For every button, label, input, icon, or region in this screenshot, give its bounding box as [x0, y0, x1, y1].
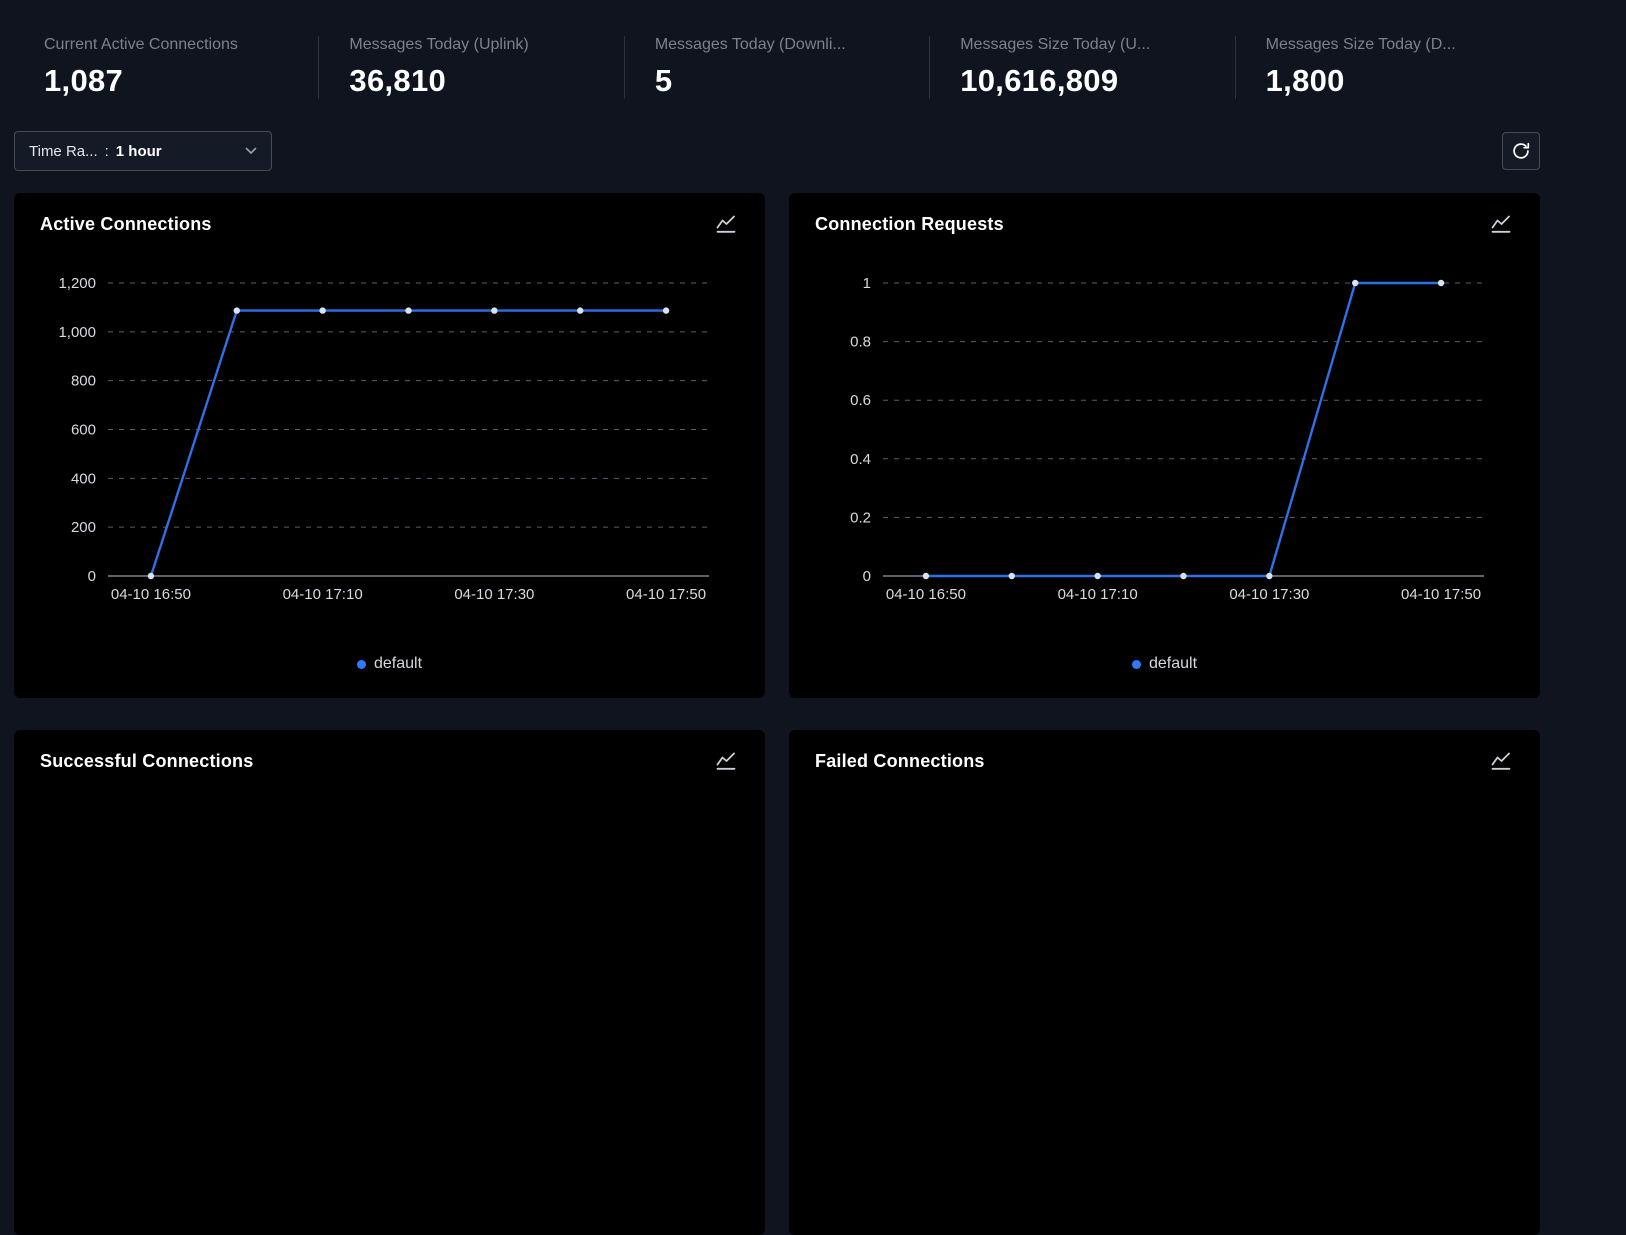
stat-label: Messages Today (Downli... — [655, 36, 929, 54]
svg-text:0: 0 — [88, 568, 96, 585]
chart-card-header: Connection Requests — [815, 211, 1514, 245]
svg-text:04-10 17:50: 04-10 17:50 — [626, 586, 706, 603]
line-chart-icon — [1490, 750, 1512, 772]
chart-card-active-connections: Active Connections 0 200 400 600 800 1,000 1,20… — [14, 193, 765, 698]
chart-title: Successful Connections — [40, 748, 253, 774]
svg-text:04-10 17:30: 04-10 17:30 — [454, 586, 534, 603]
stat-label: Messages Today (Uplink) — [349, 36, 623, 54]
svg-text:400: 400 — [71, 470, 96, 487]
svg-text:1: 1 — [863, 275, 871, 292]
svg-text:200: 200 — [71, 519, 96, 536]
stat-value: 10,616,809 — [960, 63, 1234, 99]
svg-text:04-10 17:30: 04-10 17:30 — [1229, 586, 1309, 603]
stat-value: 36,810 — [349, 63, 623, 99]
line-chart-toggle-button[interactable] — [713, 748, 739, 774]
stat-label: Current Active Connections — [44, 36, 318, 54]
svg-text:0.8: 0.8 — [850, 334, 871, 351]
line-chart-toggle-button[interactable] — [713, 211, 739, 237]
stats-row: Current Active Connections1,087Messages … — [14, 36, 1540, 99]
refresh-icon — [1511, 141, 1531, 161]
chart-card-header: Successful Connections — [40, 748, 739, 782]
svg-text:1,000: 1,000 — [58, 324, 96, 341]
stat-value: 5 — [655, 63, 929, 99]
svg-text:800: 800 — [71, 373, 96, 390]
chart-legend: default — [40, 655, 739, 673]
stat-card: Messages Today (Uplink) 36,810 — [318, 36, 623, 99]
svg-text:0.6: 0.6 — [850, 392, 871, 409]
chart-card-connection-requests: Connection Requests 0 0.2 0.4 0.6 0.8 1 04-10 1… — [789, 193, 1540, 698]
stat-label: Messages Size Today (D... — [1266, 36, 1540, 54]
dashboard-page: Current Active Connections1,087Messages … — [14, 36, 1540, 1235]
chart-card-failed-connections: Failed Connections — [789, 730, 1540, 1235]
chart-card-header: Active Connections — [40, 211, 739, 245]
stat-value: 1,800 — [1266, 63, 1540, 99]
chart-card-successful-connections: Successful Connections — [14, 730, 765, 1235]
svg-text:1,200: 1,200 — [58, 275, 96, 292]
toolbar: Time Ra... : 1 hour — [14, 131, 1540, 171]
legend-dot-icon — [357, 660, 366, 669]
stat-value: 1,087 — [44, 63, 318, 99]
chart-title: Connection Requests — [815, 211, 1004, 237]
time-range-value: 1 hour — [116, 143, 162, 160]
line-chart-canvas: 0 200 400 600 800 1,000 1,200 04-10 16:50 04-10 … — [40, 253, 739, 611]
svg-text:04-10 17:10: 04-10 17:10 — [1058, 586, 1138, 603]
charts-grid: Active Connections 0 200 400 600 800 1,000 1,20… — [14, 193, 1540, 1235]
legend-label: default — [374, 655, 422, 673]
time-range-label: Time Ra... — [29, 143, 98, 160]
refresh-button[interactable] — [1502, 132, 1540, 170]
stat-card: Current Active Connections 1,087 — [14, 36, 318, 99]
stat-label: Messages Size Today (U... — [960, 36, 1234, 54]
chart-legend: default — [815, 655, 1514, 673]
stat-card: Messages Size Today (U... 10,616,809 — [929, 36, 1234, 99]
svg-text:04-10 17:50: 04-10 17:50 — [1401, 586, 1481, 603]
svg-text:0.2: 0.2 — [850, 509, 871, 526]
stat-card: Messages Today (Downli... 5 — [624, 36, 929, 99]
svg-text:0: 0 — [863, 568, 871, 585]
line-chart-canvas: 0 0.2 0.4 0.6 0.8 1 04-10 16:50 04-10 17:10 04-1… — [815, 253, 1514, 611]
svg-text:04-10 16:50: 04-10 16:50 — [111, 586, 191, 603]
svg-text:04-10 16:50: 04-10 16:50 — [886, 586, 966, 603]
chart-card-header: Failed Connections — [815, 748, 1514, 782]
legend-item-default[interactable]: default — [1132, 655, 1197, 673]
line-chart-toggle-button[interactable] — [1488, 748, 1514, 774]
time-range-separator: : — [105, 143, 109, 160]
line-chart-icon — [1490, 213, 1512, 235]
legend-dot-icon — [1132, 660, 1141, 669]
svg-text:0.4: 0.4 — [850, 451, 871, 468]
line-chart-icon — [715, 213, 737, 235]
stat-card: Messages Size Today (D... 1,800 — [1235, 36, 1540, 99]
chevron-down-icon — [245, 147, 257, 155]
svg-text:04-10 17:10: 04-10 17:10 — [283, 586, 363, 603]
legend-item-default[interactable]: default — [357, 655, 422, 673]
line-chart-icon — [715, 750, 737, 772]
time-range-dropdown[interactable]: Time Ra... : 1 hour — [14, 131, 272, 171]
chart-title: Active Connections — [40, 211, 212, 237]
line-chart-toggle-button[interactable] — [1488, 211, 1514, 237]
chart-title: Failed Connections — [815, 748, 985, 774]
svg-text:600: 600 — [71, 422, 96, 439]
legend-label: default — [1149, 655, 1197, 673]
